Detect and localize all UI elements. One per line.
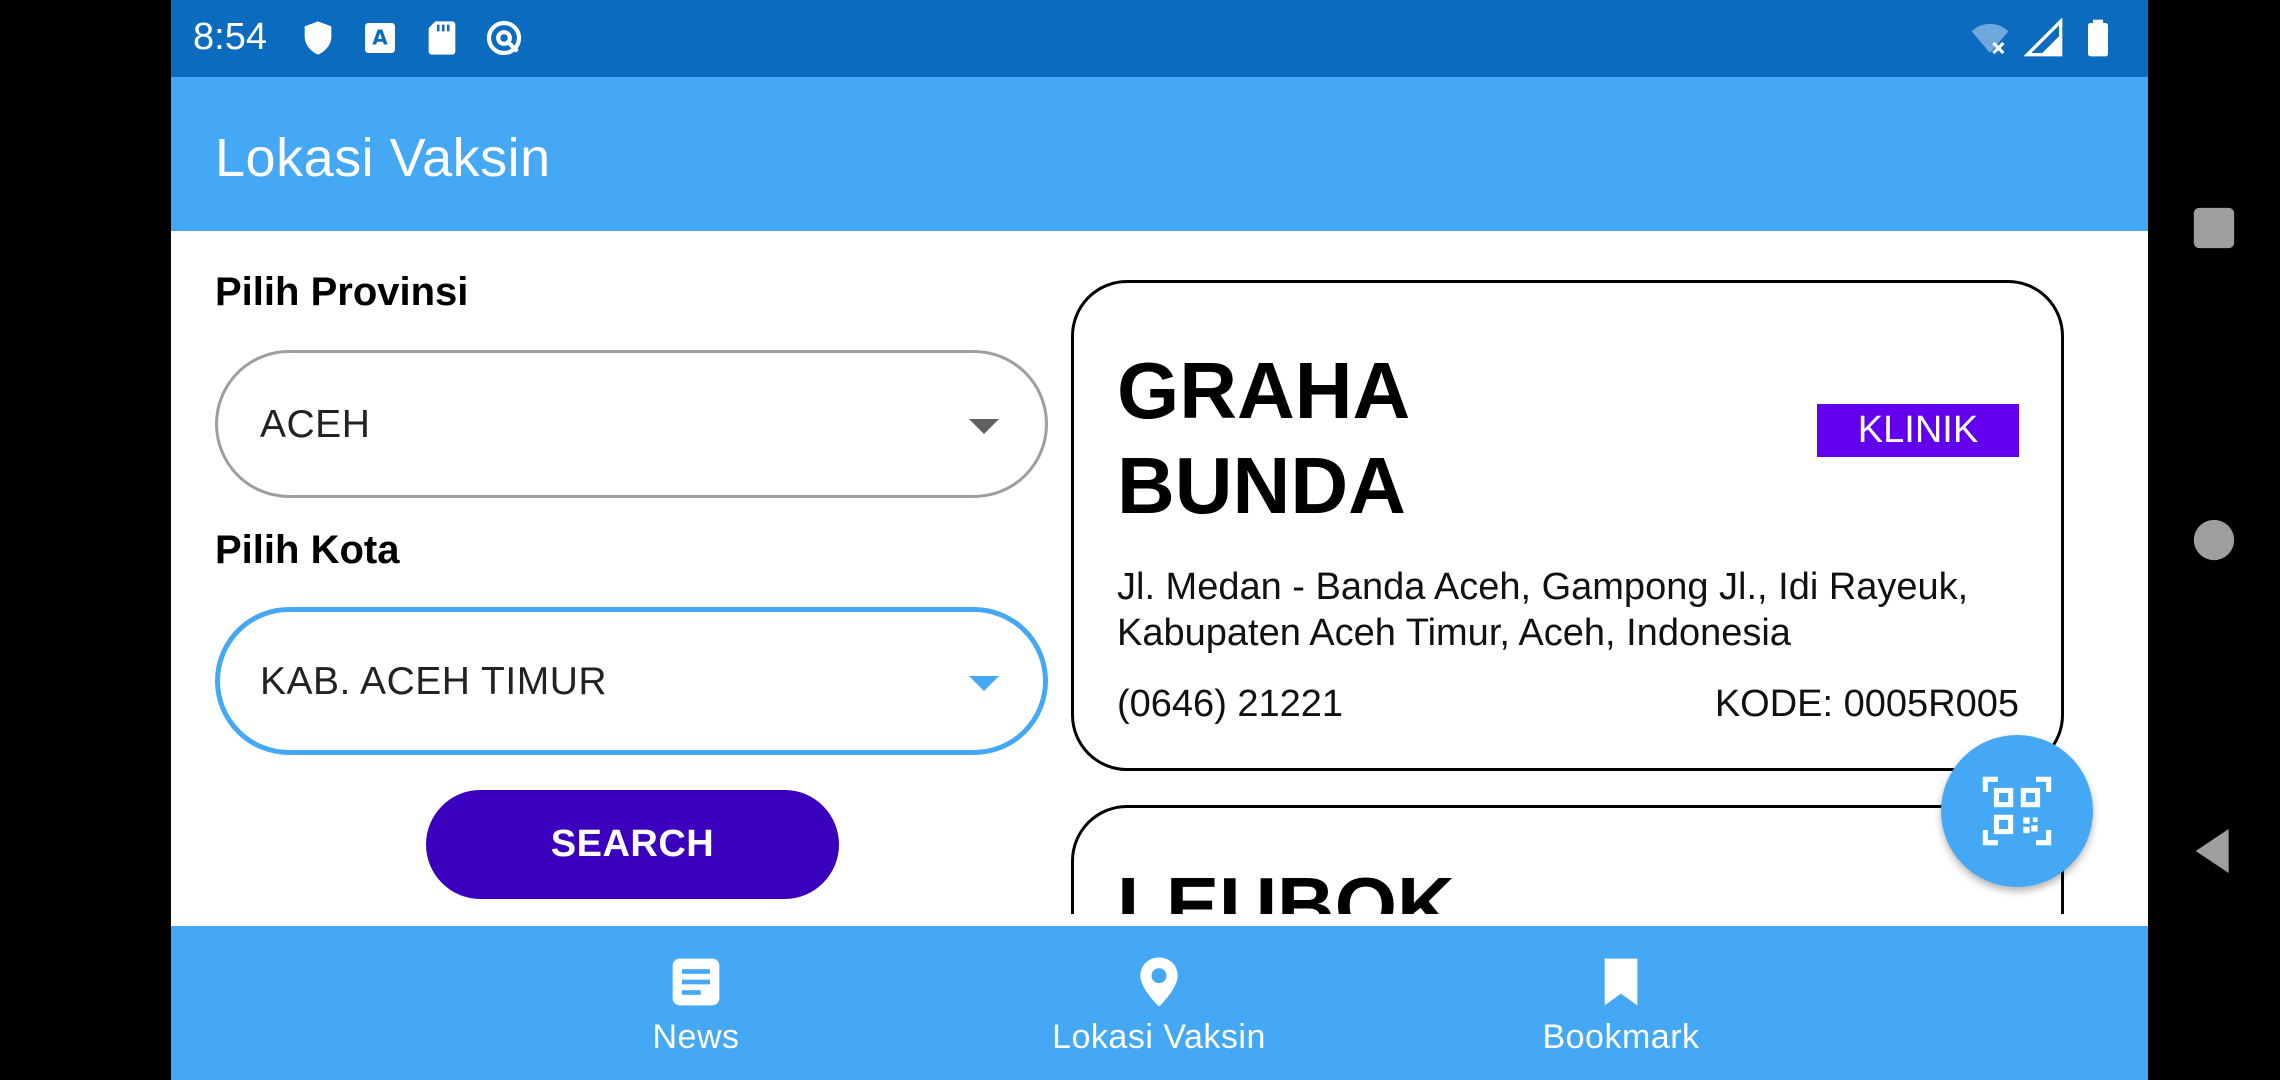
nav-item-news[interactable]: News: [546, 926, 846, 1080]
status-time: 8:54: [193, 16, 267, 58]
qr-code-icon: [1982, 776, 2052, 846]
page-title: Lokasi Vaksin: [215, 128, 551, 188]
location-name-line: LEUBOK: [1117, 861, 1455, 914]
location-name: GRAHA BUNDA: [1117, 343, 1410, 533]
location-pin-icon: [1140, 957, 1178, 1007]
nav-item-bookmark[interactable]: Bookmark: [1471, 926, 1771, 1080]
location-address: Jl. Medan - Banda Aceh, Gampong Jl., Idi…: [1117, 566, 1969, 654]
system-navigation-bar: [2148, 0, 2280, 1080]
bookmark-icon: [1604, 958, 1638, 1006]
svg-text:A: A: [372, 26, 388, 50]
wifi-off-icon: [1971, 23, 2009, 55]
app-bar: Lokasi Vaksin: [171, 77, 2148, 231]
nav-item-lokasi-vaksin[interactable]: Lokasi Vaksin: [1009, 926, 1309, 1080]
location-card[interactable]: LEUBOK: [1071, 805, 2064, 914]
provinsi-label: Pilih Provinsi: [215, 270, 469, 314]
home-circle-icon[interactable]: [2192, 518, 2236, 562]
kota-dropdown[interactable]: KAB. ACEH TIMUR: [215, 607, 1048, 755]
news-icon: [672, 958, 720, 1006]
nav-label: News: [652, 1018, 740, 1056]
dropdown-arrow-icon: [969, 676, 999, 691]
sd-card-icon: [428, 21, 456, 55]
a-letter-icon: A: [365, 23, 395, 53]
qr-scan-button[interactable]: [1941, 735, 2093, 887]
kota-selected-value: KAB. ACEH TIMUR: [260, 660, 608, 703]
shield-icon: [304, 21, 332, 55]
status-icons-right: [1970, 18, 2118, 58]
signal-icon: [2024, 18, 2063, 57]
nav-label: Bookmark: [1542, 1018, 1700, 1056]
location-type-badge: KLINIK: [1817, 404, 2019, 457]
app-screen: 8:54 A Lokasi Vaksin Pilih Provinsi ACEH…: [171, 0, 2148, 1080]
bottom-navigation: News Lokasi Vaksin Bookmark: [171, 926, 2148, 1080]
nav-label: Lokasi Vaksin: [1052, 1018, 1266, 1056]
status-bar: 8:54 A: [171, 0, 2148, 77]
battery-icon: [2088, 19, 2108, 57]
provinsi-dropdown[interactable]: ACEH: [215, 350, 1048, 498]
location-name-line: BUNDA: [1117, 441, 1406, 530]
status-icons-left: A: [298, 18, 524, 58]
location-card[interactable]: GRAHA BUNDA KLINIK Jl. Medan - Banda Ace…: [1071, 280, 2064, 771]
recents-square-icon[interactable]: [2192, 206, 2236, 250]
location-code: KODE: 0005R005: [1714, 683, 2019, 725]
dropdown-arrow-icon: [969, 419, 999, 434]
location-name: LEUBOK: [1117, 858, 1455, 914]
back-triangle-icon[interactable]: [2192, 827, 2236, 875]
kota-label: Pilih Kota: [215, 528, 400, 572]
provinsi-selected-value: ACEH: [260, 403, 371, 446]
search-button[interactable]: SEARCH: [426, 790, 839, 899]
location-phone: (0646) 21221: [1117, 683, 1344, 725]
location-name-line: GRAHA: [1117, 346, 1411, 435]
at-sign-icon: [486, 20, 522, 56]
